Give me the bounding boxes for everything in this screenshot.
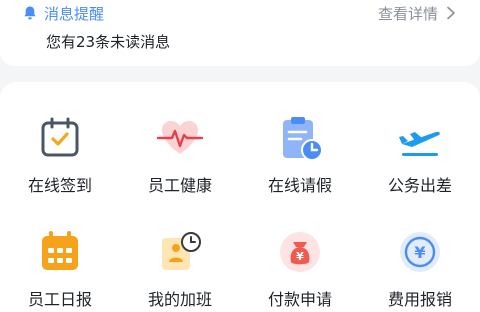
app-label: 公务出差 xyxy=(387,176,452,195)
app-label: 员工日报 xyxy=(27,290,92,309)
notice-header: 消息提醒 xyxy=(22,0,104,26)
notice-card: 消息提醒 查看详情 您有23条未读消息 xyxy=(0,0,480,66)
chevron-right-icon xyxy=(447,6,455,20)
bell-icon xyxy=(24,6,36,20)
app-label: 员工健康 xyxy=(147,176,212,195)
view-details-link[interactable]: 查看详情 xyxy=(378,0,456,26)
unread-message-text[interactable]: 您有23条未读消息 xyxy=(46,31,170,52)
person-clock-icon xyxy=(162,232,201,270)
svg-text:¥: ¥ xyxy=(296,250,304,263)
app-label: 费用报销 xyxy=(387,290,452,309)
app-label: 付款申请 xyxy=(267,290,332,309)
app-label: 在线签到 xyxy=(27,176,92,195)
view-details-label: 查看详情 xyxy=(377,4,438,23)
clipboard-clock-icon xyxy=(283,117,323,161)
app-label: 我的加班 xyxy=(147,290,212,309)
calendar-check-icon xyxy=(41,117,79,157)
airplane-takeoff-icon xyxy=(399,131,440,156)
money-bag-icon: ¥ xyxy=(280,232,320,272)
notice-title: 消息提醒 xyxy=(44,4,105,23)
app-label: 在线请假 xyxy=(267,176,332,195)
svg-text:¥: ¥ xyxy=(414,243,425,262)
calendar-grid-icon xyxy=(42,231,78,270)
heart-pulse-icon xyxy=(156,121,204,154)
yen-coin-icon: ¥ xyxy=(400,232,440,272)
